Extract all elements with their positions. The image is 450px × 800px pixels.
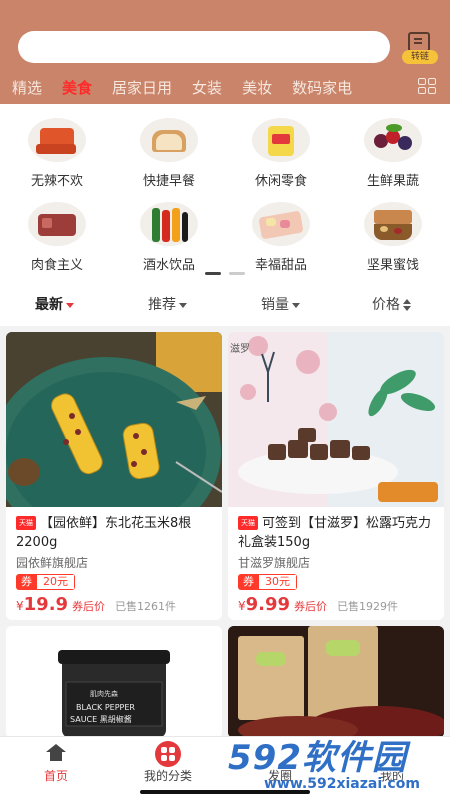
category-snacks[interactable]: 休闲零食 <box>226 112 336 192</box>
sort-sales[interactable]: 销量 <box>261 294 300 314</box>
sort-newest[interactable]: 最新 <box>35 294 74 314</box>
tmall-badge: 天猫 <box>16 516 36 530</box>
product-image: 肌肉先森 BLACK PEPPER SAUCE 黑胡椒酱 <box>6 626 222 738</box>
category-grid: 无辣不欢 快捷早餐 休闲零食 生鲜果蔬 肉食主义 酒水饮品 幸福甜品 坚果蜜饯 <box>0 104 450 280</box>
tab-home-goods[interactable]: 居家日用 <box>112 77 172 98</box>
product-card[interactable]: 天猫 【园依鲜】东北花玉米8根2200g 园依鲜旗舰店 券 20元 ¥19.9 券后价… <box>6 332 222 620</box>
category-tabs: 精选 美食 居家日用 女装 美妆 数码家电 <box>0 74 410 100</box>
product-card[interactable] <box>228 626 444 738</box>
category-drinks[interactable]: 酒水饮品 <box>114 196 224 276</box>
product-image <box>6 332 222 507</box>
caret-down-icon <box>66 302 74 308</box>
caret-down-icon <box>179 302 187 308</box>
category-nuts[interactable]: 坚果蜜饯 <box>338 196 448 276</box>
tmall-badge: 天猫 <box>238 516 258 530</box>
shop-name: 园依鲜旗舰店 <box>16 556 89 570</box>
svg-text:SAUCE 黑胡椒酱: SAUCE 黑胡椒酱 <box>70 714 132 724</box>
tab-food[interactable]: 美食 <box>62 77 92 98</box>
product-card[interactable]: 滋罗 天猫 可签到【甘滋罗】松露巧克力礼盒装150g 甘滋罗旗舰店 券 30元 ¥9… <box>228 332 444 620</box>
home-icon <box>46 744 66 761</box>
price-row: ¥9.99 券后价 已售1929件 <box>238 594 399 615</box>
nav-home[interactable]: 首页 <box>0 737 112 800</box>
product-card[interactable]: 肌肉先森 BLACK PEPPER SAUCE 黑胡椒酱 <box>6 626 222 738</box>
sort-recommended[interactable]: 推荐 <box>148 294 187 314</box>
category-dessert[interactable]: 幸福甜品 <box>226 196 336 276</box>
tab-beauty[interactable]: 美妆 <box>242 77 272 98</box>
watermark: 592软件园 www.592xiazai.com <box>228 738 420 792</box>
coupon-badge: 券 20元 <box>16 574 75 590</box>
tab-featured[interactable]: 精选 <box>12 77 42 98</box>
nuts-icon <box>364 202 422 246</box>
svg-text:滋罗: 滋罗 <box>230 342 250 355</box>
fruit-icon <box>364 118 422 162</box>
sort-bar: 最新 推荐 销量 价格 <box>0 280 450 326</box>
sort-updown-icon <box>403 299 411 311</box>
categories-icon <box>155 741 181 767</box>
bread-icon <box>140 118 198 162</box>
category-spicy[interactable]: 无辣不欢 <box>2 112 112 192</box>
home-indicator <box>140 790 310 794</box>
page-indicator-active <box>205 272 221 275</box>
tab-digital[interactable]: 数码家电 <box>292 77 352 98</box>
product-title: 天猫 可签到【甘滋罗】松露巧克力礼盒装150g <box>238 516 432 550</box>
drinks-icon <box>140 202 198 246</box>
product-title: 天猫 【园依鲜】东北花玉米8根2200g <box>16 516 192 550</box>
meat-icon <box>28 202 86 246</box>
page-indicator <box>229 272 245 275</box>
dessert-icon <box>252 202 310 246</box>
spicy-snack-icon <box>28 118 86 162</box>
price-row: ¥19.9 券后价 已售1261件 <box>16 594 177 615</box>
tab-womens-wear[interactable]: 女装 <box>192 77 222 98</box>
grid-menu-icon[interactable] <box>418 78 438 96</box>
header: 转链 精选 美食 居家日用 女装 美妆 数码家电 <box>0 0 450 104</box>
sort-price[interactable]: 价格 <box>372 294 411 314</box>
snack-bag-icon <box>252 118 310 162</box>
category-breakfast[interactable]: 快捷早餐 <box>114 112 224 192</box>
transfer-link-button[interactable]: 转链 <box>400 30 440 66</box>
search-input[interactable] <box>18 31 390 63</box>
shop-name: 甘滋罗旗舰店 <box>238 556 311 570</box>
coupon-badge: 券 30元 <box>238 574 297 590</box>
clipboard-icon <box>408 32 430 52</box>
transfer-badge: 转链 <box>402 50 438 64</box>
svg-text:肌肉先森: 肌肉先森 <box>90 689 118 698</box>
category-fresh[interactable]: 生鲜果蔬 <box>338 112 448 192</box>
product-image: 滋罗 <box>228 332 444 507</box>
svg-text:BLACK PEPPER: BLACK PEPPER <box>76 703 135 712</box>
category-meat[interactable]: 肉食主义 <box>2 196 112 276</box>
caret-down-icon <box>292 302 300 308</box>
product-image <box>228 626 444 738</box>
